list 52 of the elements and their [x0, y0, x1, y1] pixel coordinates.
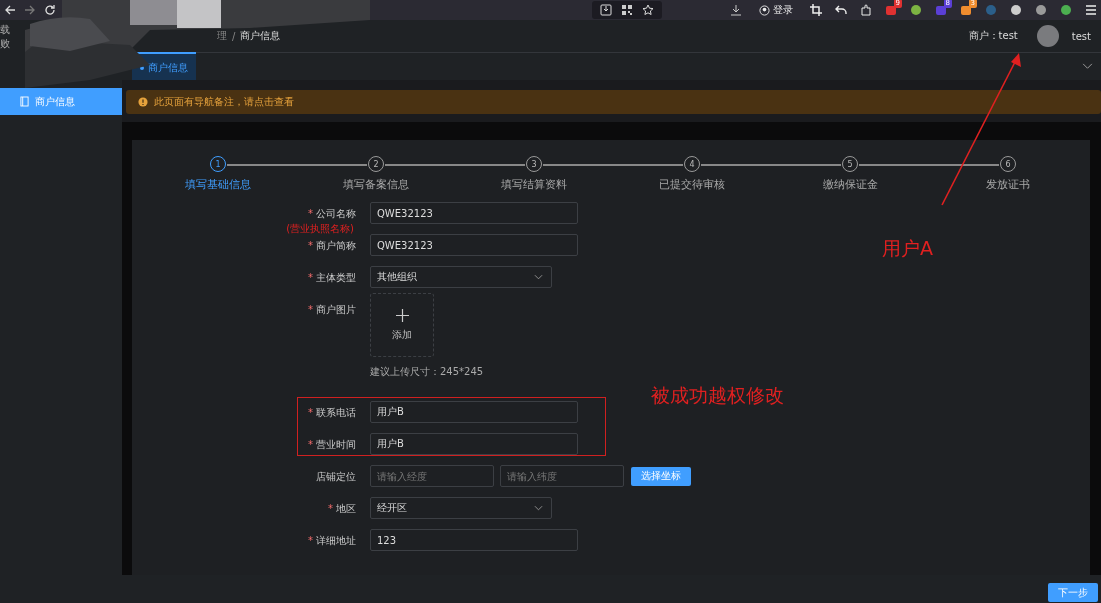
field-label: * 营业时间: [308, 439, 356, 450]
merchant-label: 商户：test: [968, 29, 1018, 43]
breadcrumb-item[interactable]: 理: [217, 29, 227, 43]
longitude-field[interactable]: 请输入经度: [370, 465, 494, 487]
upload-button[interactable]: 添加: [370, 293, 434, 357]
text-field[interactable]: 用户B: [370, 433, 578, 455]
step-label: 缴纳保证金: [822, 177, 878, 192]
required-mark: *: [328, 503, 333, 514]
required-mark: *: [308, 535, 313, 546]
step-number: 3: [526, 156, 542, 172]
step-label: 已提交待审核: [659, 177, 725, 192]
step-number: 2: [368, 156, 384, 172]
upload-hint: 建议上传尺寸：245*245: [370, 365, 484, 379]
field-label: * 商户简称: [308, 240, 356, 251]
field-label: * 公司名称: [308, 208, 356, 219]
required-mark: *: [308, 304, 313, 315]
select-field[interactable]: 其他组织: [370, 266, 552, 288]
step-label: 发放证书: [986, 177, 1030, 192]
step-number: 1: [210, 156, 226, 172]
sidebar-text-fragment: 败: [0, 37, 11, 51]
notice-bar[interactable]: 此页面有导航备注，请点击查看: [126, 90, 1101, 114]
annotation-text: 被成功越权修改: [651, 383, 784, 408]
text-field[interactable]: 123: [370, 529, 578, 551]
step-label: 填写基础信息: [185, 177, 251, 192]
required-mark: *: [308, 208, 313, 219]
step-label: 填写备案信息: [343, 177, 409, 192]
field-label: * 详细地址: [308, 535, 356, 546]
required-mark: *: [308, 407, 313, 418]
field-label: * 地区: [328, 503, 356, 514]
sidebar-text-fragment: 载: [0, 23, 11, 37]
annotation-text: 用户A: [882, 236, 933, 261]
notice-text: 此页面有导航备注，请点击查看: [154, 95, 294, 109]
user-name[interactable]: test: [1071, 30, 1091, 42]
latitude-field[interactable]: 请输入纬度: [500, 465, 624, 487]
field-label: * 商户图片: [308, 304, 356, 315]
required-mark: *: [308, 439, 313, 450]
field-label: * 主体类型: [308, 272, 356, 283]
required-mark: *: [308, 240, 313, 251]
text-field[interactable]: QWE32123: [370, 234, 578, 256]
text-field[interactable]: 用户B: [370, 401, 578, 423]
step-number: 6: [1000, 156, 1016, 172]
field-note: (营业执照名称): [286, 222, 354, 236]
field-label: 店铺定位: [316, 471, 356, 482]
required-mark: *: [308, 272, 313, 283]
step-label: 填写结算资料: [501, 177, 567, 192]
breadcrumb-separator: /: [232, 30, 236, 42]
breadcrumb-item: 商户信息: [240, 29, 281, 43]
select-field[interactable]: 经开区: [370, 497, 552, 519]
step-number: 5: [842, 156, 858, 172]
field-label: * 联系电话: [308, 407, 356, 418]
text-field[interactable]: QWE32123: [370, 202, 578, 224]
step-number: 4: [684, 156, 700, 172]
